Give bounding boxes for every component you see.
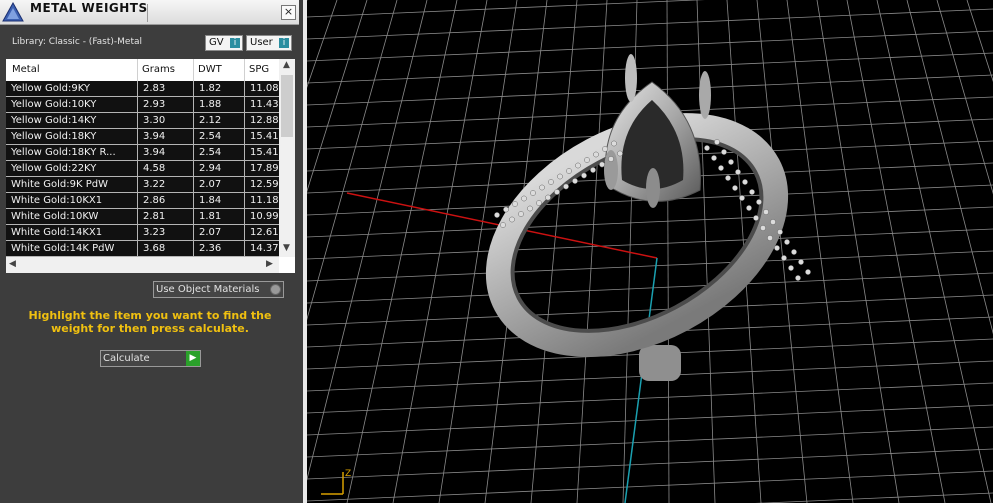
scroll-left-icon[interactable]: ◀ [9,259,16,269]
vertical-scrollbar[interactable]: ▲ ▼ [279,59,295,257]
table-body: Yellow Gold:9KY 2.83 1.82 11.08 Yellow Gold:… [6,81,279,257]
grams-cell: 3.30 [137,113,193,128]
panel-titlebar: METAL WEIGHTS × [0,0,299,25]
metal-name-cell: White Gold:10KX1 [11,195,103,206]
table-row[interactable]: White Gold:10KX1 2.86 1.84 11.18 [6,193,279,209]
grams-cell: 2.86 [137,193,193,208]
table-header: Metal Grams DWT SPG [6,59,279,81]
scroll-down-icon[interactable]: ▼ [283,243,290,253]
scrollbar-thumb[interactable] [281,75,293,137]
dwt-cell: 1.82 [193,81,244,96]
table-row[interactable]: Yellow Gold:18KY R... 3.94 2.54 15.41 [6,145,279,161]
dwt-cell: 1.81 [193,209,244,224]
user-label: User [250,37,273,48]
metal-name-cell: White Gold:9K PdW [11,179,108,190]
dwt-cell: 1.84 [193,193,244,208]
table-row[interactable]: Yellow Gold:22KY 4.58 2.94 17.89 [6,161,279,177]
app-logo-icon [2,2,24,22]
spg-cell: 17.89 [244,161,279,176]
axis-gizmo: Z [321,469,351,495]
table-row[interactable]: Yellow Gold:9KY 2.83 1.82 11.08 [6,81,279,97]
table-row[interactable]: White Gold:10KW 2.81 1.81 10.99 [6,209,279,225]
spg-cell: 15.41 [244,129,279,144]
instruction-text: Highlight the item you want to find the … [28,309,272,335]
grams-cell: 4.58 [137,161,193,176]
close-button[interactable]: × [281,5,296,20]
metal-name-cell: White Gold:14KX1 [11,227,103,238]
spg-cell: 12.61 [244,225,279,240]
table-row[interactable]: Yellow Gold:18KY 3.94 2.54 15.41 [6,129,279,145]
table-row[interactable]: Yellow Gold:14KY 3.30 2.12 12.88 [6,113,279,129]
dwt-cell: 2.12 [193,113,244,128]
column-header-grams[interactable]: Grams [137,59,193,81]
grams-cell: 2.81 [137,209,193,224]
spg-cell: 10.99 [244,209,279,224]
column-header-dwt[interactable]: DWT [193,59,244,81]
metal-weights-panel: METAL WEIGHTS × Library: Classic - (Fast… [0,0,303,503]
grams-cell: 3.94 [137,145,193,160]
table-row[interactable]: White Gold:9K PdW 3.22 2.07 12.59 [6,177,279,193]
dwt-cell: 2.54 [193,145,244,160]
metal-name-cell: Yellow Gold:14KY [11,115,97,126]
metal-table: Metal Grams DWT SPG Yellow Gold:9KY 2.83 1… [6,59,295,273]
radio-icon [270,284,281,295]
metal-name-cell: Yellow Gold:9KY [11,83,90,94]
spg-cell: 12.59 [244,177,279,192]
metal-name-cell: Yellow Gold:22KY [11,163,97,174]
dwt-cell: 1.88 [193,97,244,112]
metal-name-cell: White Gold:10KW [11,211,99,222]
column-header-metal[interactable]: Metal [6,59,137,81]
3d-viewport[interactable]: Z [307,0,993,503]
scroll-up-icon[interactable]: ▲ [283,60,290,70]
column-header-spg[interactable]: SPG [244,59,284,81]
spg-cell: 14.37 [244,241,279,256]
panel-title: METAL WEIGHTS [30,1,148,15]
grams-cell: 3.94 [137,129,193,144]
metal-name-cell: Yellow Gold:18KY [11,131,97,142]
calculate-button[interactable]: Calculate ▶ [100,350,201,367]
grams-cell: 2.83 [137,81,193,96]
metal-name-cell: Yellow Gold:10KY [11,99,97,110]
dwt-cell: 2.54 [193,129,244,144]
metal-name-cell: Yellow Gold:18KY R... [11,147,116,158]
spg-cell: 11.43 [244,97,279,112]
spg-cell: 15.41 [244,145,279,160]
table-row[interactable]: White Gold:14KX1 3.23 2.07 12.61 [6,225,279,241]
grams-cell: 3.68 [137,241,193,256]
dwt-cell: 2.07 [193,225,244,240]
scroll-right-icon[interactable]: ▶ [266,259,273,269]
user-toggle-button[interactable]: User i [246,35,292,51]
play-icon: ▶ [186,351,200,366]
ground-grid [307,0,993,503]
library-label: Library: Classic - (Fast)-Metal [12,37,143,47]
spg-cell: 12.88 [244,113,279,128]
use-object-materials-toggle[interactable]: Use Object Materials [153,281,284,298]
spg-cell: 11.18 [244,193,279,208]
z-axis-label: Z [345,469,351,479]
dwt-cell: 2.94 [193,161,244,176]
spg-cell: 11.08 [244,81,279,96]
table-row[interactable]: Yellow Gold:10KY 2.93 1.88 11.43 [6,97,279,113]
info-icon: i [279,38,289,48]
info-icon: i [230,38,240,48]
grams-cell: 3.23 [137,225,193,240]
gv-toggle-button[interactable]: GV i [205,35,243,51]
horizontal-scrollbar[interactable]: ◀ ▶ [6,257,279,273]
dwt-cell: 2.36 [193,241,244,256]
grams-cell: 2.93 [137,97,193,112]
calculate-label: Calculate [103,353,150,364]
grams-cell: 3.22 [137,177,193,192]
dwt-cell: 2.07 [193,177,244,192]
use-object-materials-label: Use Object Materials [156,284,260,295]
titlebar-divider [147,4,148,22]
viewport-canvas: Z [307,0,993,503]
table-row[interactable]: White Gold:14K PdW 3.68 2.36 14.37 [6,241,279,257]
gv-label: GV [209,37,224,48]
metal-name-cell: White Gold:14K PdW [11,243,115,254]
